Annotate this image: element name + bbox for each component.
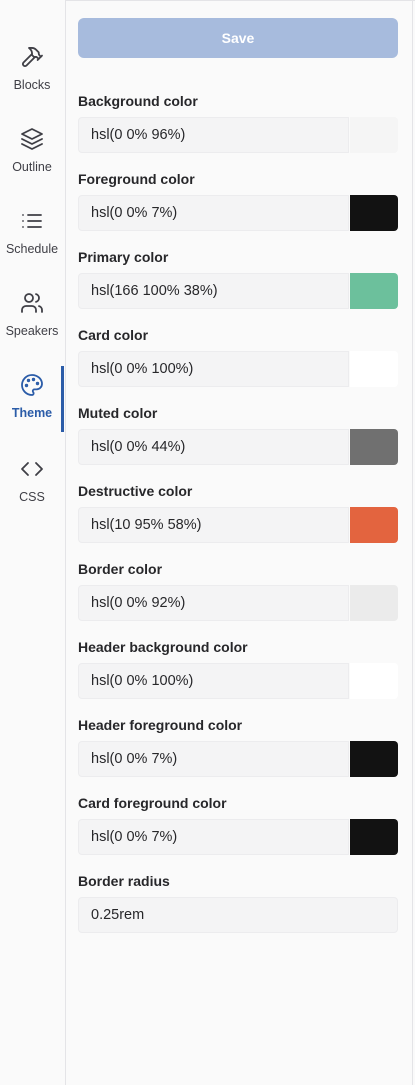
active-indicator xyxy=(61,366,64,432)
field-header-foreground-color: Header foreground color hsl(0 0% 7%) xyxy=(78,716,398,777)
card-foreground-color-input[interactable]: hsl(0 0% 7%) xyxy=(78,819,349,855)
header-background-color-input[interactable]: hsl(0 0% 100%) xyxy=(78,663,349,699)
field-label: Header background color xyxy=(78,639,248,655)
sidebar-item-label: CSS xyxy=(19,490,45,504)
muted-color-input[interactable]: hsl(0 0% 44%) xyxy=(78,429,349,465)
field-label: Destructive color xyxy=(78,483,193,499)
field-primary-color: Primary color hsl(166 100% 38%) xyxy=(78,248,398,309)
destructive-color-swatch[interactable] xyxy=(350,507,398,543)
field-border-color: Border color hsl(0 0% 92%) xyxy=(78,560,398,621)
hammer-icon xyxy=(19,44,45,70)
background-color-input[interactable]: hsl(0 0% 96%) xyxy=(78,117,349,153)
sidebar: Blocks Outline Schedule Speakers Theme C… xyxy=(0,0,66,1085)
sidebar-item-label: Blocks xyxy=(13,78,51,92)
muted-color-swatch[interactable] xyxy=(350,429,398,465)
sidebar-item-blocks[interactable]: Blocks xyxy=(0,44,64,122)
card-color-swatch[interactable] xyxy=(350,351,398,387)
field-label: Header foreground color xyxy=(78,717,243,733)
field-card-color: Card color hsl(0 0% 100%) xyxy=(78,326,398,387)
field-card-foreground-color: Card foreground color hsl(0 0% 7%) xyxy=(78,794,398,855)
field-border-radius: Border radius 0.25rem xyxy=(78,872,398,933)
field-label: Card color xyxy=(78,327,149,343)
panel-top-border xyxy=(66,0,415,9)
sidebar-item-label: Speakers xyxy=(5,324,59,338)
border-color-swatch[interactable] xyxy=(350,585,398,621)
sidebar-item-label: Outline xyxy=(12,160,52,174)
border-radius-input[interactable]: 0.25rem xyxy=(78,897,398,933)
field-label: Foreground color xyxy=(78,171,195,187)
field-muted-color: Muted color hsl(0 0% 44%) xyxy=(78,404,398,465)
sidebar-item-css[interactable]: CSS xyxy=(0,456,64,534)
field-label: Primary color xyxy=(78,249,169,265)
primary-color-input[interactable]: hsl(166 100% 38%) xyxy=(78,273,349,309)
field-label: Border color xyxy=(78,561,163,577)
layers-icon xyxy=(19,126,45,152)
save-button[interactable]: Save xyxy=(78,18,398,58)
foreground-color-swatch[interactable] xyxy=(350,195,398,231)
primary-color-swatch[interactable] xyxy=(350,273,398,309)
field-destructive-color: Destructive color hsl(10 95% 58%) xyxy=(78,482,398,543)
background-color-swatch[interactable] xyxy=(350,117,398,153)
card-color-input[interactable]: hsl(0 0% 100%) xyxy=(78,351,349,387)
field-foreground-color: Foreground color hsl(0 0% 7%) xyxy=(78,170,398,231)
users-icon xyxy=(19,290,45,316)
destructive-color-input[interactable]: hsl(10 95% 58%) xyxy=(78,507,349,543)
border-color-input[interactable]: hsl(0 0% 92%) xyxy=(78,585,349,621)
header-background-color-swatch[interactable] xyxy=(350,663,398,699)
header-foreground-color-input[interactable]: hsl(0 0% 7%) xyxy=(78,741,349,777)
sidebar-item-theme[interactable]: Theme xyxy=(0,372,64,450)
sidebar-item-outline[interactable]: Outline xyxy=(0,126,64,204)
sidebar-item-label: Schedule xyxy=(5,242,59,256)
code-icon xyxy=(19,456,45,482)
field-background-color: Background color hsl(0 0% 96%) xyxy=(78,92,398,153)
foreground-color-input[interactable]: hsl(0 0% 7%) xyxy=(78,195,349,231)
sidebar-item-schedule[interactable]: Schedule xyxy=(0,208,64,286)
theme-panel: Save Background color hsl(0 0% 96%) Fore… xyxy=(78,18,398,933)
sidebar-item-speakers[interactable]: Speakers xyxy=(0,290,64,368)
header-foreground-color-swatch[interactable] xyxy=(350,741,398,777)
card-foreground-color-swatch[interactable] xyxy=(350,819,398,855)
palette-icon xyxy=(19,372,45,398)
field-label: Card foreground color xyxy=(78,795,227,811)
field-label: Muted color xyxy=(78,405,158,421)
field-label: Background color xyxy=(78,93,198,109)
sidebar-item-label: Theme xyxy=(11,406,53,420)
field-header-background-color: Header background color hsl(0 0% 100%) xyxy=(78,638,398,699)
list-icon xyxy=(19,208,45,234)
panel-right-border xyxy=(412,0,413,1085)
field-label: Border radius xyxy=(78,873,170,889)
